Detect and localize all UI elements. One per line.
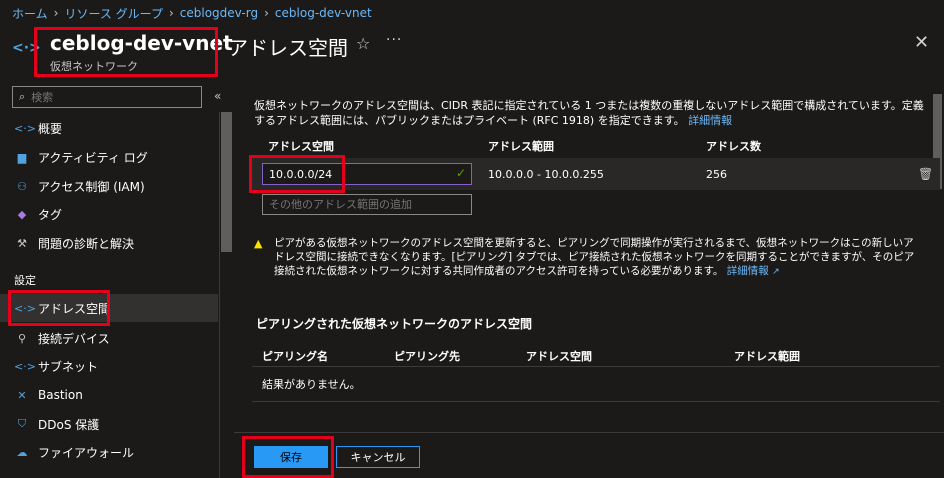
warning-learn-more-link[interactable]: 詳細情報 xyxy=(727,265,769,277)
sidebar-item-label: 接続デバイス xyxy=(38,331,110,346)
sidebar-item-diagnose[interactable]: ⚒ 問題の診断と解決 xyxy=(0,229,218,257)
plug-icon: ⚲ xyxy=(17,331,27,345)
chevron-right-icon: › xyxy=(264,6,269,20)
column-header-peer-address-range: アドレス範囲 xyxy=(734,350,800,363)
breadcrumb: ホーム › リソース グループ › ceblogdev-rg › ceblog-… xyxy=(12,4,372,22)
sidebar-search[interactable]: ⌕ xyxy=(12,86,202,108)
divider xyxy=(252,401,940,402)
sidebar-item-iam[interactable]: ⚇ アクセス制御 (IAM) xyxy=(0,172,218,200)
address-space-input[interactable] xyxy=(262,163,472,185)
sidebar-item-bastion[interactable]: ✕ Bastion xyxy=(0,381,218,409)
sidebar-scrollbar-thumb[interactable] xyxy=(221,112,232,252)
chevron-right-icon: › xyxy=(168,6,174,20)
activity-log-icon: ▆ xyxy=(17,150,27,164)
empty-results: 結果がありません。 xyxy=(262,378,361,391)
wrench-icon: ⚒ xyxy=(17,236,27,250)
page-title: アドレス空間 xyxy=(228,36,348,60)
sidebar-item-label: サブネット xyxy=(38,359,99,374)
resource-name: ceblog-dev-vnet xyxy=(50,31,233,55)
search-input[interactable] xyxy=(31,90,182,104)
trash-icon[interactable]: 🗑 xyxy=(918,167,933,181)
search-icon: ⌕ xyxy=(19,90,26,103)
sidebar-item-ddos[interactable]: ⛉ DDoS 保護 xyxy=(0,410,218,438)
subnet-icon: <·> xyxy=(14,359,36,373)
warning-body: ピアがある仮想ネットワークのアドレス空間を更新すると、ピアリングで同期操作が実行… xyxy=(274,236,924,279)
section-settings: 設定 xyxy=(14,274,36,287)
save-button[interactable]: 保存 xyxy=(254,446,328,468)
sidebar-item-label: 問題の診断と解決 xyxy=(38,236,135,251)
address-space-icon: <·> xyxy=(14,301,36,315)
firewall-icon: ☁ xyxy=(16,445,28,459)
column-header-peering-target: ピアリング先 xyxy=(394,350,460,363)
sidebar-item-label: ファイアウォール xyxy=(38,445,135,460)
description: 仮想ネットワークのアドレス空間は、CIDR 表記に指定されている 1 つまたは複… xyxy=(254,98,930,128)
breadcrumb-resource-group[interactable]: ceblogdev-rg xyxy=(180,6,258,20)
resource-header: ceblog-dev-vnet 仮想ネットワーク xyxy=(38,27,233,77)
sidebar-item-label: アクセス制御 (IAM) xyxy=(38,179,145,194)
breadcrumb-vnet[interactable]: ceblog-dev-vnet xyxy=(275,6,372,20)
sidebar-item-overview[interactable]: <·> 概要 xyxy=(0,114,218,142)
column-header-address-space: アドレス空間 xyxy=(268,140,334,153)
sidebar-item-subnets[interactable]: <·> サブネット xyxy=(0,352,218,380)
check-icon: ✓ xyxy=(456,166,467,180)
tag-icon: ◆ xyxy=(17,207,27,221)
sidebar-item-label: アクティビティ ログ xyxy=(38,150,148,165)
cancel-button[interactable]: キャンセル xyxy=(336,446,420,468)
more-icon[interactable]: ··· xyxy=(386,32,402,48)
address-count-cell: 256 xyxy=(706,168,727,181)
column-header-peer-address-space: アドレス空間 xyxy=(526,350,592,363)
add-address-range-input[interactable] xyxy=(262,194,472,215)
breadcrumb-resource-groups[interactable]: リソース グループ xyxy=(64,5,163,22)
sidebar-item-tags[interactable]: ◆ タグ xyxy=(0,200,218,228)
shield-icon: ⛉ xyxy=(17,417,27,430)
peering-table-header xyxy=(252,343,940,367)
sidebar-item-address-space[interactable]: <·> アドレス空間 xyxy=(0,294,218,322)
warning-icon: ▲ xyxy=(254,237,263,250)
external-link-icon: ↗ xyxy=(772,267,780,277)
sidebar-item-label: アドレス空間 xyxy=(38,301,111,316)
sidebar-item-label: Bastion xyxy=(38,388,83,402)
sidebar-item-activity-log[interactable]: ▆ アクティビティ ログ xyxy=(0,143,218,171)
resource-type: 仮想ネットワーク xyxy=(50,60,138,73)
sidebar-item-firewall[interactable]: ☁ ファイアウォール xyxy=(0,438,218,466)
description-text: 仮想ネットワークのアドレス空間は、CIDR 表記に指定されている 1 つまたは複… xyxy=(254,99,924,127)
column-header-address-range: アドレス範囲 xyxy=(488,140,554,153)
learn-more-link[interactable]: 詳細情報 xyxy=(688,114,732,127)
vnet-icon: <·> xyxy=(12,40,41,56)
warning-text: ピアがある仮想ネットワークのアドレス空間を更新すると、ピアリングで同期操作が実行… xyxy=(274,237,915,277)
close-icon[interactable]: ✕ xyxy=(914,32,929,53)
sidebar-item-connected-devices[interactable]: ⚲ 接続デバイス xyxy=(0,324,218,352)
overview-icon: <·> xyxy=(14,121,36,135)
sidebar: ⌕ « <·> 概要 ▆ アクティビティ ログ ⚇ アクセス制御 (IAM) ◆… xyxy=(0,82,234,478)
address-range-cell: 10.0.0.0 - 10.0.0.255 xyxy=(488,168,604,181)
column-header-address-count: アドレス数 xyxy=(706,140,761,153)
breadcrumb-home[interactable]: ホーム xyxy=(12,5,48,22)
sidebar-item-label: DDoS 保護 xyxy=(38,417,100,432)
bastion-icon: ✕ xyxy=(17,388,27,402)
chevron-right-icon: › xyxy=(53,6,59,20)
sidebar-item-label: タグ xyxy=(38,207,63,222)
collapse-icon[interactable]: « xyxy=(214,89,221,103)
peering-section-title: ピアリングされた仮想ネットワークのアドレス空間 xyxy=(256,317,533,331)
star-icon[interactable]: ☆ xyxy=(356,34,370,53)
column-header-peering-name: ピアリング名 xyxy=(262,350,328,363)
sidebar-item-label: 概要 xyxy=(38,121,63,136)
iam-icon: ⚇ xyxy=(17,179,27,193)
